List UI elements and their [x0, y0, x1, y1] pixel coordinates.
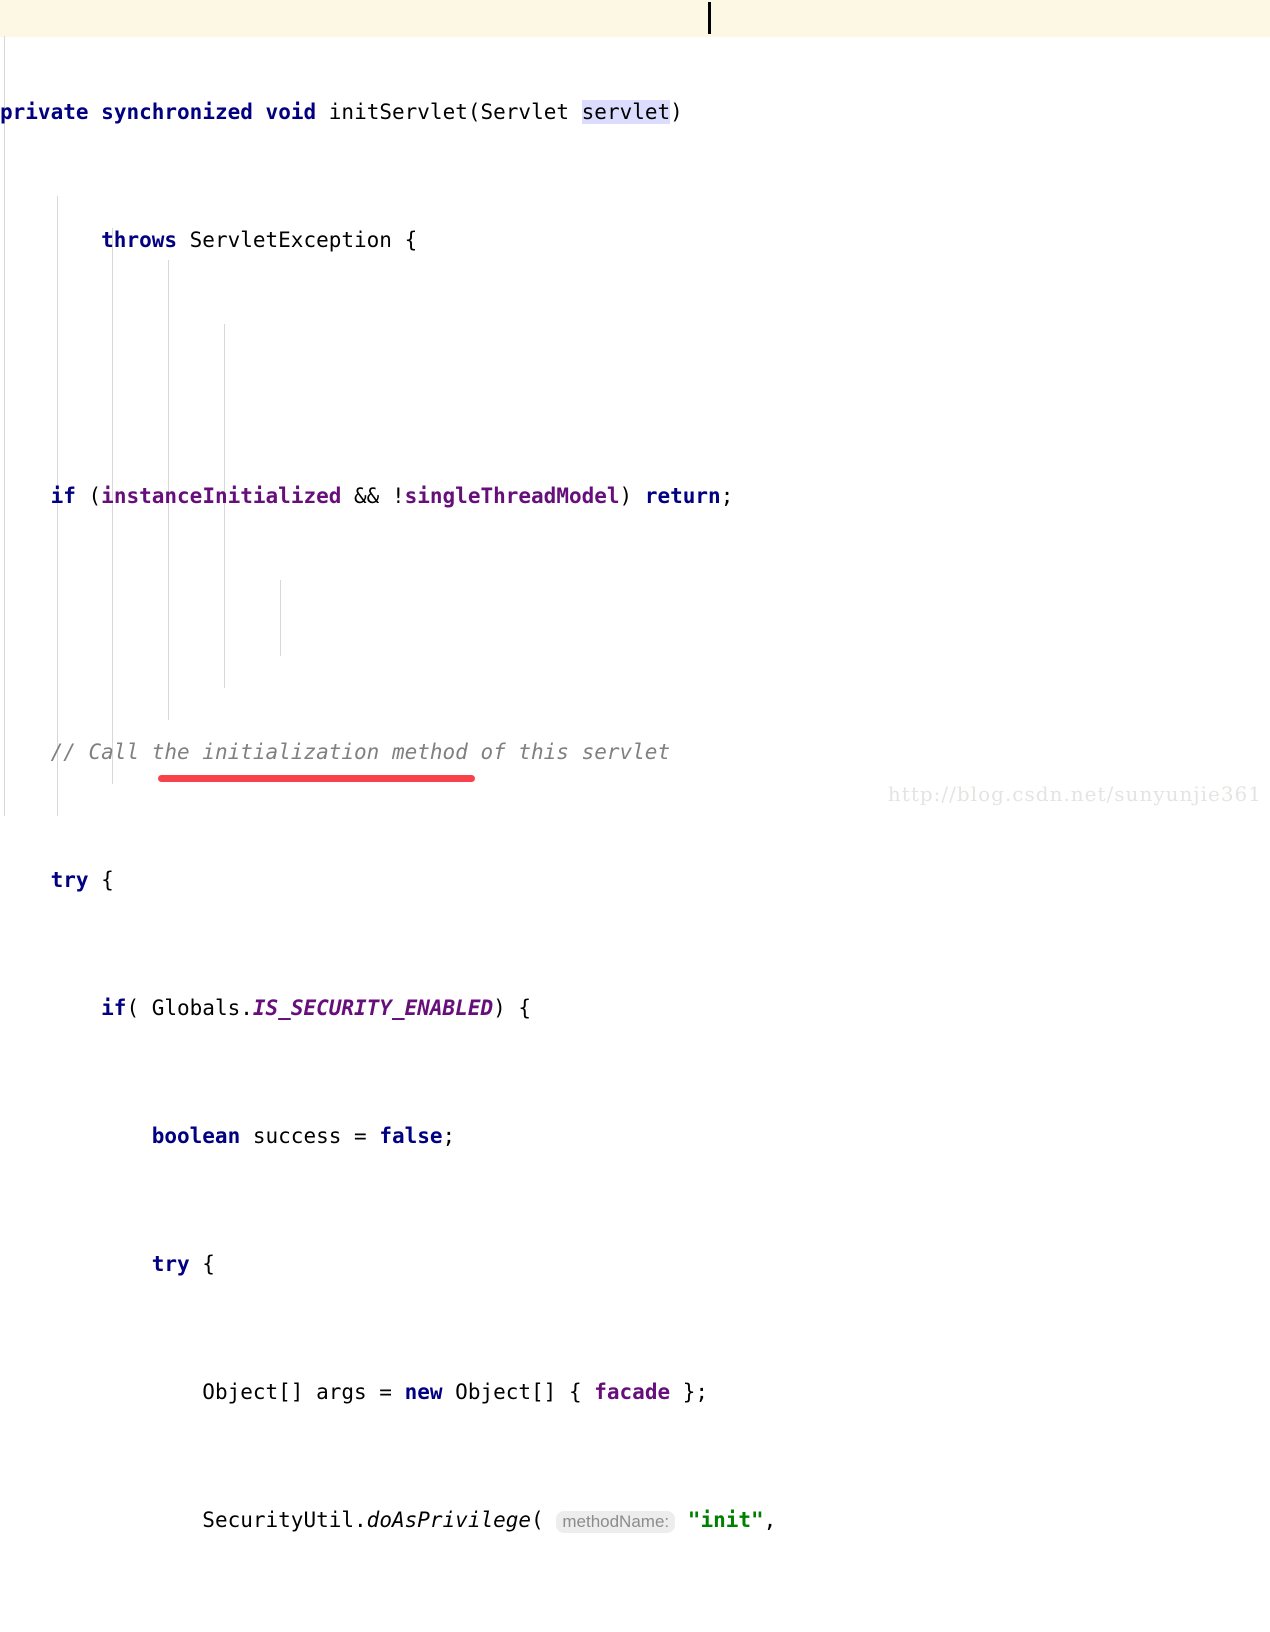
- keyword-return: return: [644, 484, 721, 508]
- code-line-11[interactable]: Object[] args = new Object[] { facade };: [0, 1376, 1270, 1408]
- constant-is-security-enabled: IS_SECURITY_ENABLED: [252, 996, 494, 1020]
- semicolon: ;: [442, 1124, 456, 1148]
- code-line-10[interactable]: try {: [0, 1248, 1270, 1280]
- operator-and-not: && !: [341, 484, 405, 508]
- field-facade: facade: [594, 1380, 671, 1404]
- code-line-1[interactable]: private synchronized void initServlet(Se…: [0, 96, 1270, 128]
- brace-open: {: [88, 868, 114, 892]
- keyword-false: false: [379, 1124, 443, 1148]
- source-code[interactable]: private synchronized void initServlet(Se…: [0, 0, 1270, 1632]
- code-line-12[interactable]: SecurityUtil.doAsPrivilege( methodName: …: [0, 1504, 1270, 1536]
- paren-close: ): [670, 100, 683, 124]
- code-line-6[interactable]: // Call the initialization method of thi…: [0, 736, 1270, 768]
- globals-qualifier: ( Globals.: [126, 996, 253, 1020]
- keyword-boolean: boolean: [151, 1124, 241, 1148]
- object-array-init: Object[] {: [442, 1380, 595, 1404]
- class-security-util: SecurityUtil.: [202, 1508, 367, 1532]
- code-line-7[interactable]: try {: [0, 864, 1270, 896]
- paren-close: ): [619, 484, 645, 508]
- watermark-url: http://blog.csdn.net/sunyunjie361: [887, 782, 1262, 806]
- highlighted-identifier-servlet[interactable]: servlet: [581, 100, 671, 124]
- field-instance-initialized: instanceInitialized: [101, 484, 342, 508]
- keyword-private: private: [0, 100, 89, 124]
- keyword-new: new: [404, 1380, 443, 1404]
- variable-success-assign: success =: [240, 1124, 380, 1148]
- field-single-thread-model: singleThreadModel: [404, 484, 620, 508]
- code-editor-canvas[interactable]: private synchronized void initServlet(Se…: [0, 0, 1270, 1533]
- keyword-try: try: [151, 1252, 190, 1276]
- comment-call-initialization: // Call the initialization method of thi…: [50, 740, 671, 764]
- code-line-9[interactable]: boolean success = false;: [0, 1120, 1270, 1152]
- keyword-try: try: [50, 868, 89, 892]
- code-line-8[interactable]: if( Globals.IS_SECURITY_ENABLED) {: [0, 992, 1270, 1024]
- code-line-4[interactable]: if (instanceInitialized && !singleThread…: [0, 480, 1270, 512]
- inlay-parameter-hint-method-name[interactable]: methodName:: [556, 1511, 676, 1533]
- semicolon: ;: [720, 484, 734, 508]
- code-line-5-blank[interactable]: [0, 608, 1270, 640]
- keyword-throws: throws: [101, 228, 178, 252]
- keyword-void: void: [265, 100, 317, 124]
- string-literal-init: "init": [687, 1508, 764, 1532]
- array-close: };: [670, 1380, 709, 1404]
- red-underline-annotation: [158, 775, 475, 782]
- throws-clause: ServletException {: [177, 228, 418, 252]
- paren-open: (: [531, 1508, 544, 1532]
- brace-open: ) {: [493, 996, 532, 1020]
- keyword-synchronized: synchronized: [101, 100, 253, 124]
- code-line-3-blank[interactable]: [0, 352, 1270, 384]
- text-caret: [708, 2, 711, 34]
- keyword-if: if: [50, 484, 76, 508]
- comma: ,: [763, 1508, 777, 1532]
- code-line-2[interactable]: throws ServletException {: [0, 224, 1270, 256]
- method-do-as-privilege: doAsPrivilege: [366, 1508, 532, 1532]
- object-array-declaration: Object[] args =: [202, 1380, 405, 1404]
- brace-open: {: [189, 1252, 215, 1276]
- keyword-if: if: [101, 996, 127, 1020]
- paren-open: (: [75, 484, 102, 508]
- method-signature-name: initServlet(Servlet: [328, 100, 582, 124]
